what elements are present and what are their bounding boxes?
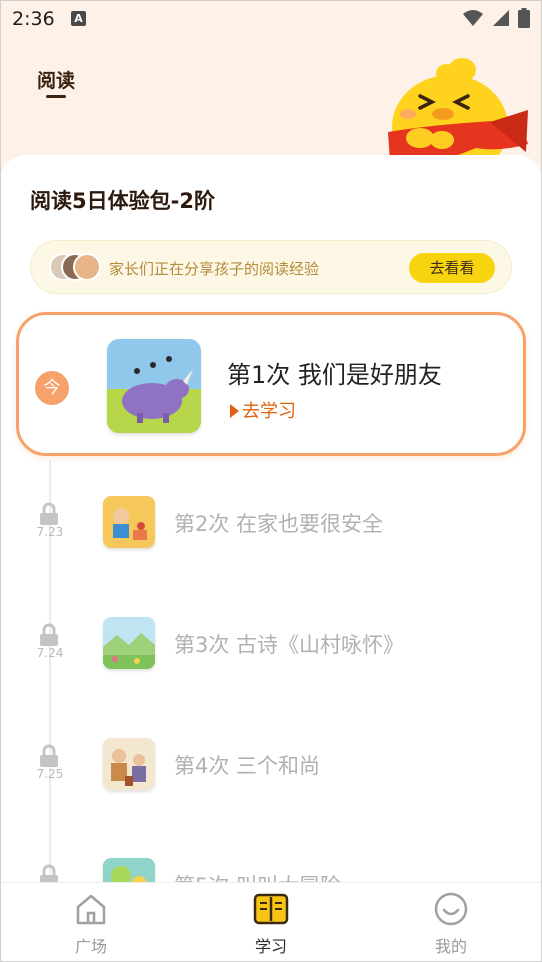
lesson-thumbnail	[103, 738, 155, 790]
nav-item-study[interactable]: 学习	[211, 883, 331, 962]
lock-icon	[40, 502, 58, 525]
active-lesson-title: 第1次 我们是好朋友	[227, 361, 442, 389]
unlock-date: 7.25	[36, 767, 64, 781]
lesson-item[interactable]: 7.24 第3次 古诗《山村咏怀》	[0, 617, 542, 687]
lesson-card-active[interactable]: 今 第1次 我们是好朋友 去学习	[16, 312, 526, 456]
go-study-link[interactable]: 去学习	[230, 397, 296, 423]
a-letter-icon: A	[71, 11, 86, 26]
lesson-thumbnail	[103, 617, 155, 669]
status-time: 2:36	[12, 8, 55, 30]
battery-icon	[518, 8, 530, 28]
play-icon	[230, 404, 239, 418]
go-see-button[interactable]: 去看看	[409, 253, 495, 283]
status-icons	[462, 8, 530, 28]
go-study-label: 去学习	[242, 401, 296, 422]
home-icon	[76, 894, 106, 925]
parent-share-banner[interactable]: 家长们正在分享孩子的阅读经验 去看看	[30, 240, 512, 294]
chick-mascot-icon	[388, 58, 528, 162]
parent-avatars	[49, 253, 105, 283]
nav-label: 学习	[254, 937, 287, 956]
lock-icon	[40, 623, 58, 646]
nav-label: 我的	[434, 937, 467, 956]
nav-item-mine[interactable]: 我的	[391, 883, 511, 962]
avatar	[73, 253, 101, 281]
lesson-title: 第4次 三个和尚	[174, 754, 321, 778]
lesson-title: 第3次 古诗《山村咏怀》	[174, 633, 405, 657]
unlock-date: 7.23	[36, 525, 64, 539]
signal-icon	[493, 10, 509, 26]
lesson-thumbnail	[107, 339, 201, 433]
wifi-icon	[463, 10, 483, 26]
nav-label: 广场	[74, 937, 107, 956]
today-badge: 今	[35, 371, 69, 405]
smiley-icon	[434, 892, 468, 926]
share-banner-text: 家长们正在分享孩子的阅读经验	[109, 260, 320, 278]
nav-item-square[interactable]: 广场	[31, 883, 151, 962]
lock-icon	[40, 744, 58, 767]
course-title: 阅读5日体验包-2阶	[30, 189, 215, 213]
tab-indicator	[46, 95, 66, 98]
lesson-item[interactable]: 7.23 第2次 在家也要很安全	[0, 496, 542, 566]
status-bar: 2:36 A	[0, 0, 542, 38]
lesson-thumbnail	[103, 496, 155, 548]
header-tab-reading[interactable]: 阅读	[37, 66, 75, 93]
lesson-item[interactable]: 7.25 第4次 三个和尚	[0, 738, 542, 808]
bottom-nav: 广场 学习 我的	[0, 882, 542, 962]
lesson-title: 第2次 在家也要很安全	[174, 512, 384, 536]
book-icon	[253, 893, 289, 925]
unlock-date: 7.24	[36, 646, 64, 660]
